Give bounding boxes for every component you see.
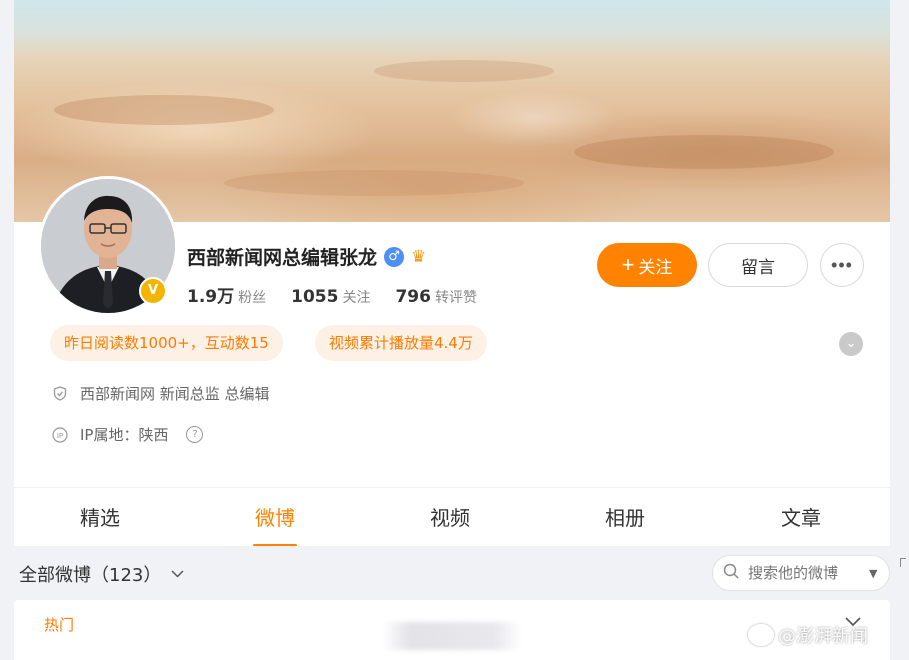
tab-weibo[interactable]: 微博: [255, 488, 295, 546]
stat-interactions: 796 转评赞: [395, 287, 477, 307]
weibo-logo-icon: [748, 624, 774, 646]
ip-icon: IP: [52, 426, 68, 443]
profile-tabs: 精选 微博 视频 相册 文章: [14, 487, 890, 546]
expand-icon[interactable]: ⌄: [839, 332, 863, 356]
search-input[interactable]: [746, 563, 862, 583]
blurred-content: [382, 622, 522, 650]
hot-label: 热门: [44, 616, 75, 634]
message-button[interactable]: 留言: [708, 243, 808, 287]
more-button[interactable]: •••: [820, 243, 864, 287]
search-icon: [723, 563, 739, 583]
profile-name: 西部新闻网总编辑张龙: [187, 247, 378, 269]
svg-text:IP: IP: [57, 432, 63, 440]
tab-video[interactable]: 视频: [430, 488, 470, 546]
male-icon: ♂: [384, 246, 405, 267]
follow-button[interactable]: + 关注: [597, 243, 697, 287]
side-gutter-mark: [900, 558, 906, 567]
plus-icon: +: [621, 252, 635, 277]
profile-card: V 西部新闻网总编辑张龙 ♂ ♛ 1.9万 粉丝 1055 关注 796 转评赞 + …: [14, 0, 890, 546]
stat-fans[interactable]: 1.9万 粉丝: [187, 282, 266, 307]
verified-badge-icon: V: [139, 277, 167, 305]
highlight-video-plays: 视频累计播放量4.4万: [315, 325, 487, 361]
shield-icon: [52, 386, 68, 402]
help-icon[interactable]: ?: [186, 426, 204, 443]
highlight-reads: 昨日阅读数1000+，互动数15: [50, 325, 283, 361]
feed-filter[interactable]: 全部微博（123）: [19, 561, 184, 587]
crown-icon[interactable]: ♛: [411, 247, 426, 267]
chevron-down-icon: [171, 567, 184, 582]
org-info: 西部新闻网 新闻总监 总编辑: [52, 383, 270, 404]
stat-following[interactable]: 1055 关注: [291, 287, 370, 307]
profile-stats: 1.9万 粉丝 1055 关注 796 转评赞: [187, 282, 477, 307]
tab-featured[interactable]: 精选: [80, 488, 120, 546]
watermark: @澎湃新闻: [748, 622, 868, 648]
search-dropdown-icon[interactable]: ▼: [869, 567, 877, 580]
tab-articles[interactable]: 文章: [781, 488, 821, 546]
ip-info: IP IP属地：陕西 ?: [52, 424, 204, 445]
search-box[interactable]: ▼: [712, 555, 890, 591]
tab-album[interactable]: 相册: [605, 488, 645, 546]
